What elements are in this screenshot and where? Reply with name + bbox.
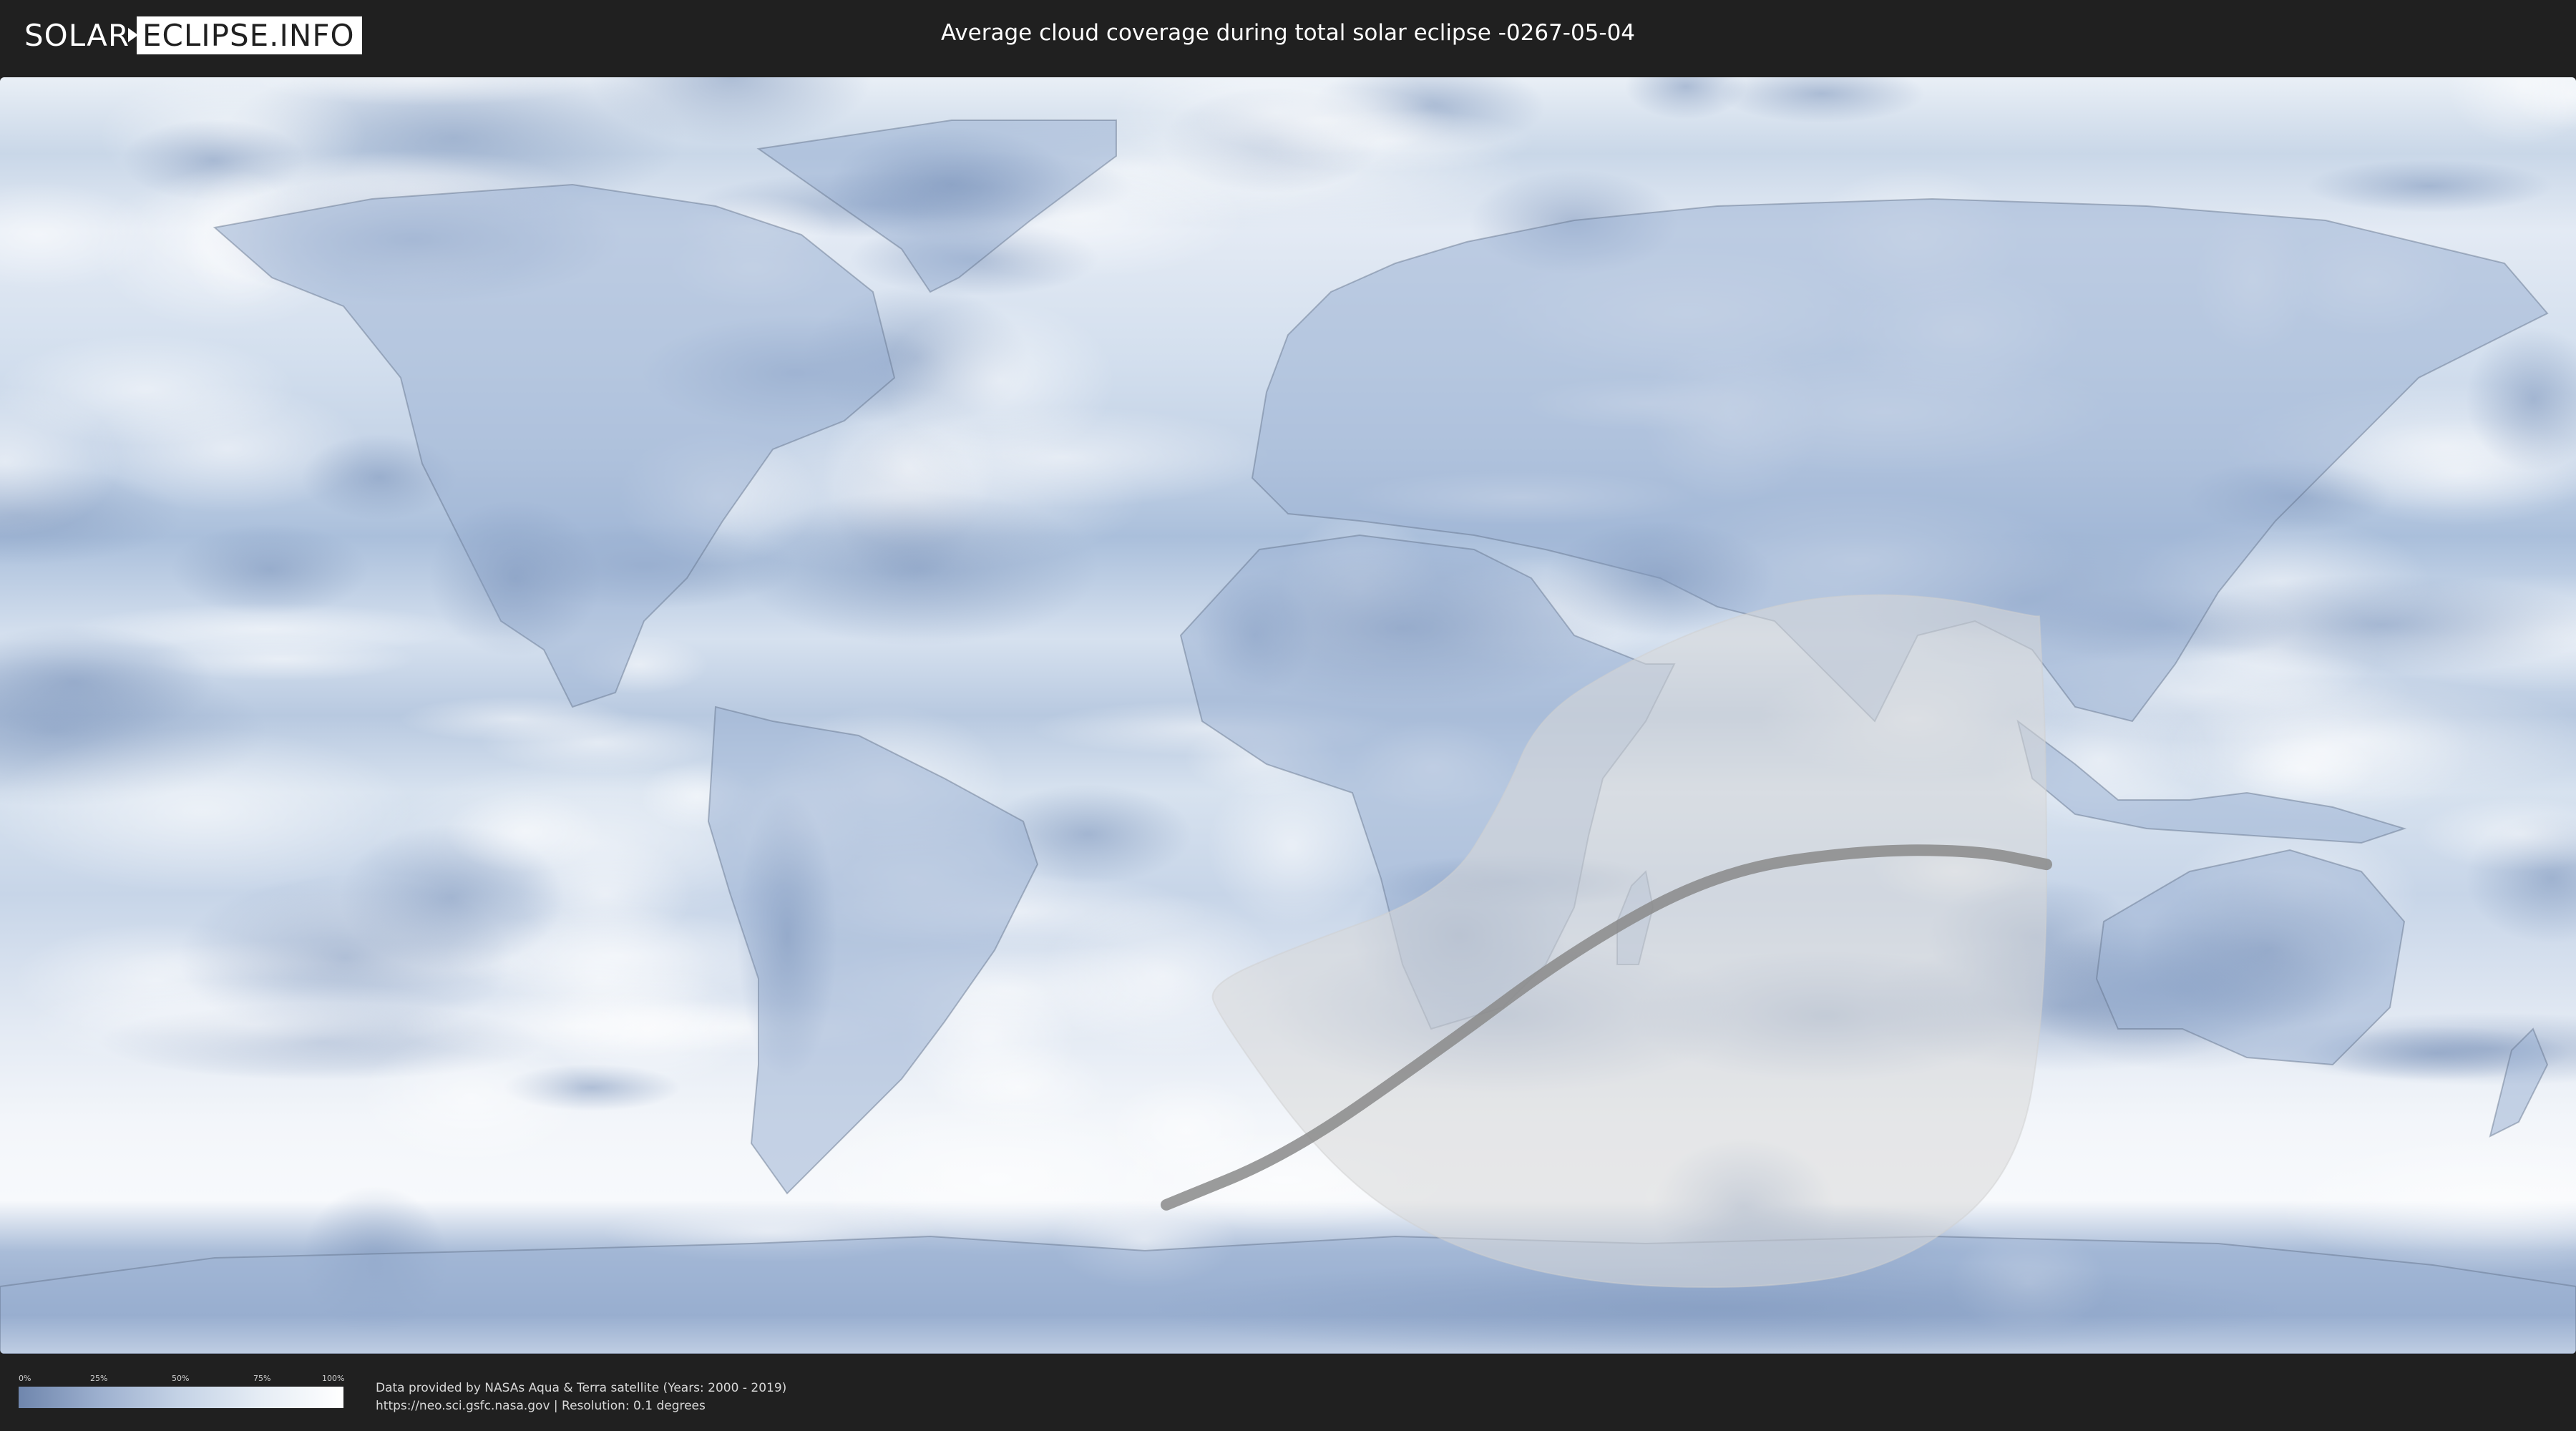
data-credits: Data provided by NASAs Aqua & Terra sate… bbox=[376, 1379, 786, 1415]
header-bar: SOLAR ECLIPSE.INFO Average cloud coverag… bbox=[0, 0, 2576, 72]
legend-color-bar bbox=[19, 1387, 343, 1408]
credits-line-1: Data provided by NASAs Aqua & Terra sate… bbox=[376, 1381, 787, 1395]
legend-labels: 0% 25% 50% 75% 100% bbox=[19, 1374, 345, 1384]
legend-label-50: 50% bbox=[172, 1374, 190, 1383]
cloud-puff bbox=[171, 523, 369, 616]
credits-line-2[interactable]: https://neo.sci.gsfc.nasa.gov | Resoluti… bbox=[376, 1397, 786, 1415]
legend-label-75: 75% bbox=[253, 1374, 271, 1383]
cloud-puff bbox=[399, 696, 631, 742]
cloud-coverage-map[interactable] bbox=[0, 77, 2576, 1354]
cloud-puff bbox=[26, 977, 484, 1072]
legend-label-100: 100% bbox=[322, 1374, 345, 1383]
mexico-clear-sky bbox=[429, 499, 601, 657]
page: SOLAR ECLIPSE.INFO Average cloud coverag… bbox=[0, 0, 2576, 1431]
legend-label-0: 0% bbox=[19, 1374, 31, 1383]
cloud-puff bbox=[739, 490, 1098, 646]
cloud-coverage-legend: 0% 25% 50% 75% 100% bbox=[19, 1374, 345, 1410]
cloud-puff bbox=[809, 1102, 1181, 1256]
andes-clear-sky bbox=[737, 793, 837, 1079]
australia-clear-sky bbox=[2140, 871, 2397, 1029]
legend-label-25: 25% bbox=[90, 1374, 108, 1383]
greenland-clear-sky bbox=[830, 127, 1073, 242]
cloud-puff bbox=[2306, 160, 2552, 213]
page-title: Average cloud coverage during total sola… bbox=[940, 20, 1636, 46]
cloud-puff bbox=[0, 728, 415, 894]
cloud-puff bbox=[445, 790, 604, 873]
footer-bar: 0% 25% 50% 75% 100% Data provided by NAS… bbox=[0, 1357, 2576, 1431]
cloud-puff bbox=[884, 300, 1115, 461]
